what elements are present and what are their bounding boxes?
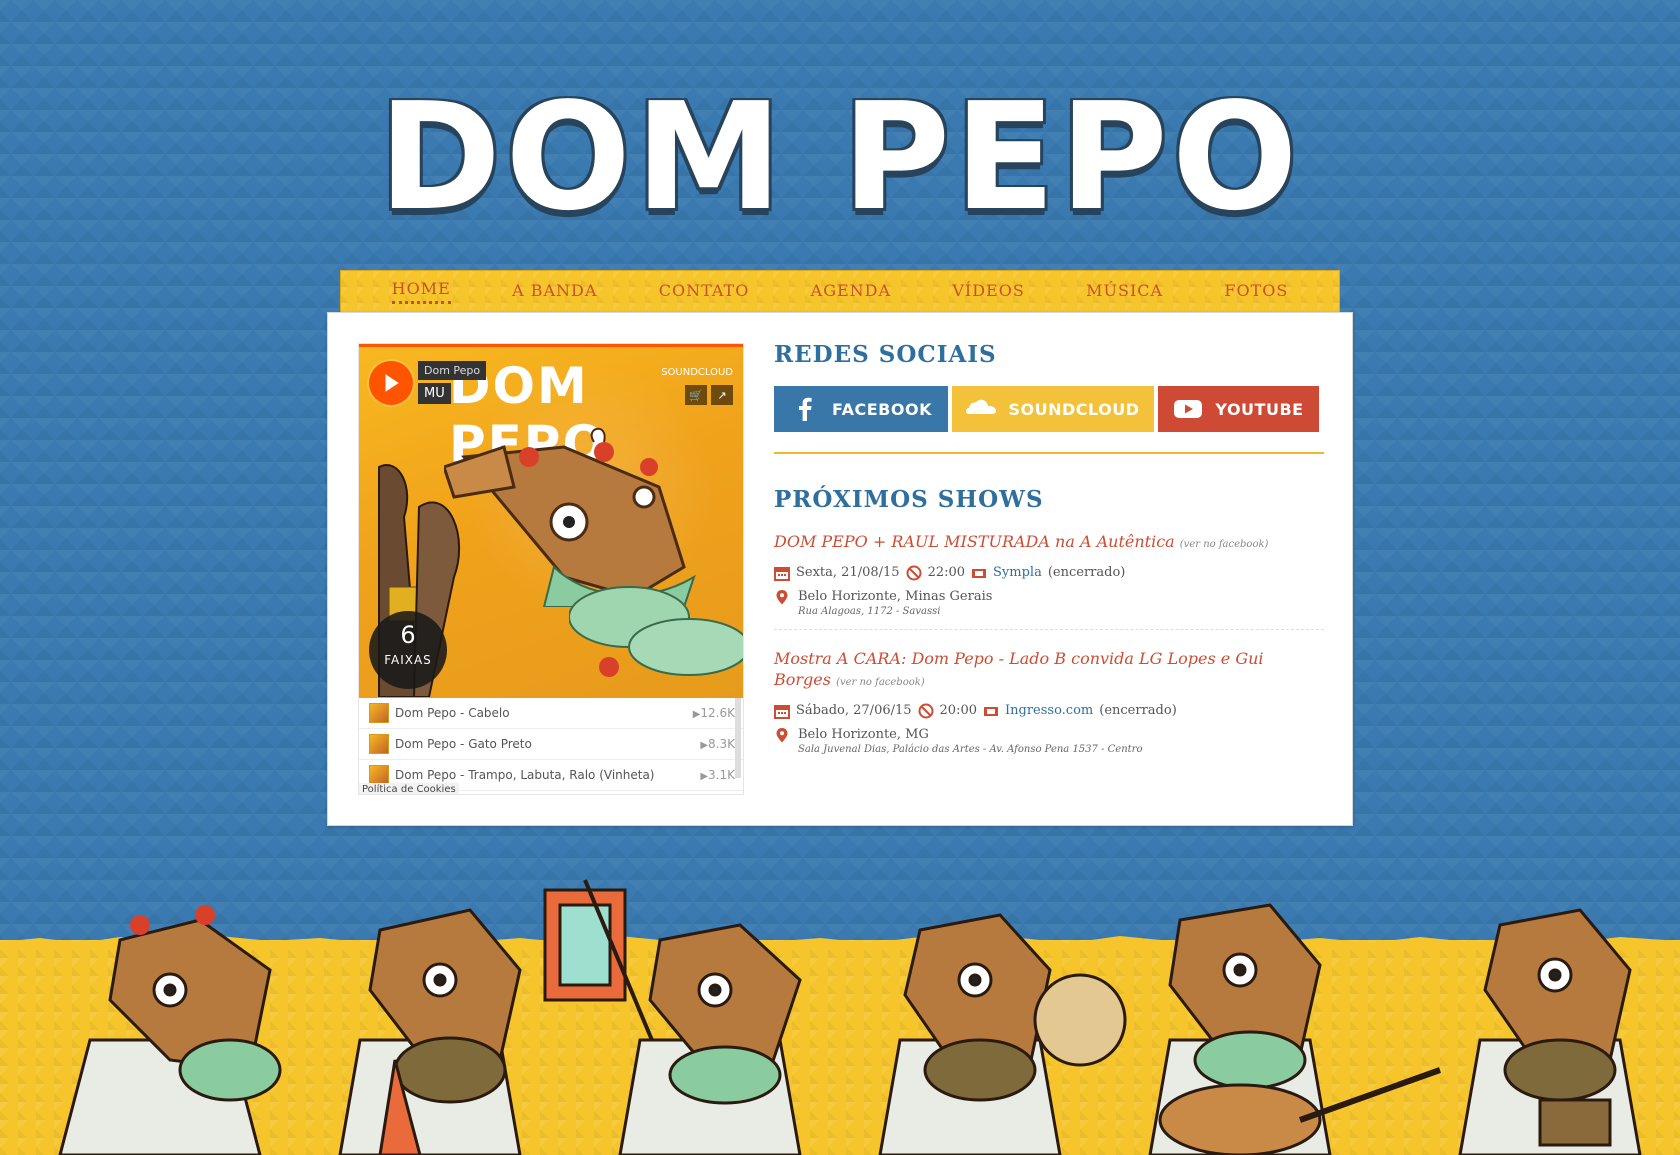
clock-icon [906, 565, 922, 581]
track-plays: 8.3K [675, 737, 735, 751]
logo-text: DOM PEPO [378, 71, 1302, 243]
show-separator [774, 628, 1324, 630]
tracks-count-badge: 6 FAIXAS [369, 611, 447, 689]
facebook-icon [799, 397, 812, 421]
show-location: Belo Horizonte, Minas Gerais Rua Alagoas… [774, 589, 1324, 617]
map-pin-icon [776, 589, 788, 605]
share-icon[interactable]: ↗ [711, 385, 733, 405]
track-thumbnail [369, 703, 389, 723]
social-title: REDES SOCIAIS [774, 341, 997, 368]
map-pin-icon [776, 727, 788, 743]
figure-3 [543, 879, 802, 1155]
play-button[interactable] [369, 361, 413, 405]
soundcloud-actions: 🛒 ↗ [685, 385, 733, 405]
track-title: Dom Pepo - Trampo, Labuta, Ralo (Vinheta… [395, 768, 655, 782]
band-illustration [58, 879, 1642, 1155]
track-thumbnail [369, 734, 389, 754]
clock-icon [918, 703, 934, 719]
right-column: REDES SOCIAIS FACEBOOK SOUNDCLOUD YOUTUB… [774, 341, 1324, 755]
content-panel: DOM PEPO Dom Pepo MU SOUNDCLOUD 🛒 ↗ 6 FA… [327, 312, 1353, 826]
soundcloud-track-title[interactable]: MU [418, 383, 451, 404]
show-info-row: Sexta, 21/08/15 22:00 Sympla (encerrado) [774, 565, 1324, 581]
figure-5 [1148, 903, 1442, 1155]
track-plays: 12.6K [675, 706, 735, 720]
ticket-status: (encerrado) [1047, 565, 1126, 581]
nav-a-banda[interactable]: A BANDA [512, 281, 597, 303]
track-title: Dom Pepo - Gato Preto [395, 737, 532, 751]
nav-home[interactable]: HOME [391, 279, 451, 304]
nav-videos[interactable]: VÍDEOS [952, 281, 1024, 303]
calendar-icon [774, 566, 790, 581]
show-title-link[interactable]: DOM PEPO + RAUL MISTURADA na A Autêntica [774, 532, 1175, 551]
ticket-link[interactable]: Sympla [993, 565, 1042, 580]
show-date: Sábado, 27/06/15 [796, 703, 912, 719]
show-location: Belo Horizonte, MG Sala Juvenal Dias, Pa… [774, 727, 1324, 755]
main-nav: HOME A BANDA CONTATO AGENDA VÍDEOS MÚSIC… [340, 270, 1340, 312]
section-divider [774, 452, 1324, 454]
facebook-event-link[interactable]: (ver no facebook) [1180, 539, 1269, 550]
track-list-scrollbar[interactable] [735, 698, 741, 778]
show-info-row: Sábado, 27/06/15 20:00 Ingresso.com (enc… [774, 703, 1324, 719]
facebook-button[interactable]: FACEBOOK [774, 386, 948, 432]
figure-4 [878, 913, 1127, 1155]
album-artwork[interactable]: DOM PEPO Dom Pepo MU SOUNDCLOUD 🛒 ↗ 6 FA… [359, 344, 743, 698]
figure-2 [338, 908, 522, 1155]
show-title: DOM PEPO + RAUL MISTURADA na A Autêntica… [774, 531, 1324, 553]
nav-contato[interactable]: CONTATO [659, 281, 750, 303]
facebook-label: FACEBOOK [832, 399, 932, 419]
leaves-illustration [569, 586, 743, 677]
show-item: DOM PEPO + RAUL MISTURADA na A Autêntica… [774, 531, 1324, 617]
show-address: Sala Juvenal Dias, Palácio das Artes - A… [798, 743, 1143, 755]
show-date: Sexta, 21/08/15 [796, 565, 900, 581]
nav-agenda[interactable]: AGENDA [811, 281, 891, 303]
buy-cart-icon[interactable]: 🛒 [685, 385, 707, 405]
play-icon [385, 374, 399, 392]
soundcloud-widget[interactable]: DOM PEPO Dom Pepo MU SOUNDCLOUD 🛒 ↗ 6 FA… [358, 343, 744, 795]
ticket-icon [972, 568, 987, 578]
ticket-link[interactable]: Ingresso.com [1005, 703, 1093, 718]
tracks-count: 6 [400, 621, 416, 649]
youtube-label: YOUTUBE [1215, 399, 1304, 419]
facebook-event-link[interactable]: (ver no facebook) [836, 677, 925, 688]
show-city: Belo Horizonte, MG [798, 726, 929, 742]
soundcloud-icon [966, 399, 997, 414]
nav-musica[interactable]: MÚSICA [1086, 281, 1163, 303]
show-time: 20:00 [939, 703, 977, 719]
ticket-status: (encerrado) [1099, 703, 1177, 719]
track-list: Dom Pepo - Cabelo 12.6K Dom Pepo - Gato … [359, 698, 743, 794]
figure-1 [58, 905, 282, 1155]
track-row[interactable]: Dom Pepo - Gato Preto 8.3K [359, 729, 743, 760]
show-time: 22:00 [927, 565, 966, 581]
soundcloud-label: SOUNDCLOUD [1008, 399, 1140, 419]
social-buttons: FACEBOOK SOUNDCLOUD YOUTUBE [774, 386, 1324, 432]
ticket-icon [984, 706, 998, 716]
soundcloud-user-link[interactable]: Dom Pepo [418, 361, 487, 380]
soundcloud-button[interactable]: SOUNDCLOUD [952, 386, 1154, 432]
track-plays: 3.1K [675, 768, 735, 782]
calendar-icon [774, 704, 790, 719]
youtube-button[interactable]: YOUTUBE [1158, 386, 1319, 432]
youtube-icon [1174, 400, 1203, 418]
nav-fotos[interactable]: FOTOS [1224, 281, 1288, 303]
show-title: Mostra A CARA: Dom Pepo - Lado B convida… [774, 648, 1324, 691]
show-address: Rua Alagoas, 1172 - Savassi [798, 605, 941, 617]
show-item: Mostra A CARA: Dom Pepo - Lado B convida… [774, 648, 1324, 755]
shows-title: PRÓXIMOS SHOWS [774, 486, 1044, 513]
site-logo[interactable]: DOM PEPO [340, 82, 1340, 232]
soundcloud-brand[interactable]: SOUNDCLOUD [661, 367, 733, 378]
tracks-label: FAIXAS [384, 653, 432, 667]
figure-6 [1458, 908, 1642, 1155]
track-title: Dom Pepo - Cabelo [395, 706, 510, 720]
show-city: Belo Horizonte, Minas Gerais [798, 588, 993, 604]
track-thumbnail [369, 765, 389, 785]
track-row[interactable]: Dom Pepo - Cabelo 12.6K [359, 698, 743, 729]
cookie-policy-link[interactable]: Política de Cookies [359, 783, 459, 794]
